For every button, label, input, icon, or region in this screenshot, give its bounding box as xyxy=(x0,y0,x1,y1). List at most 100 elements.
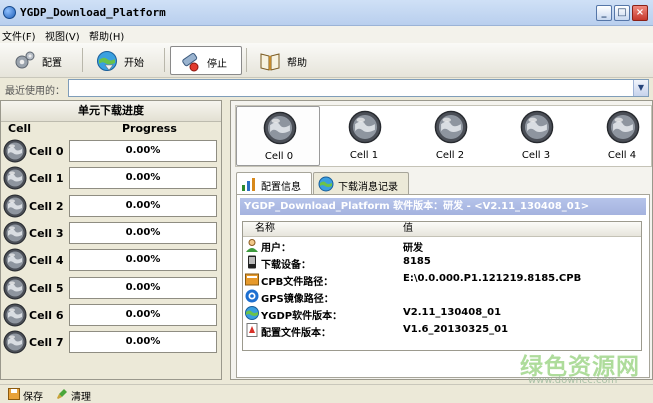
satellite-stop-icon xyxy=(182,52,199,72)
cell-globe-icon xyxy=(3,221,27,245)
cell-name: Cell 7 xyxy=(29,336,64,350)
menu-file[interactable]: 文件(F) xyxy=(2,28,36,43)
panel-title: 单元下载进度 xyxy=(1,101,221,122)
toolbar-separator xyxy=(82,48,83,72)
info-key: GPS镜像路径： xyxy=(261,294,334,305)
cell-selector-2[interactable]: Cell 2 xyxy=(408,106,492,166)
cell-globe-svg xyxy=(3,303,27,327)
config-button[interactable]: 配置 xyxy=(6,46,78,75)
gear-icon xyxy=(15,51,35,69)
start-button[interactable]: 开始 xyxy=(88,46,160,75)
cell-progress: 0.00% xyxy=(69,276,217,299)
cell-selector-label: Cell 0 xyxy=(264,151,294,162)
clear-button[interactable]: 清理 xyxy=(56,387,96,403)
toolbar: 配置 开始 停止 帮助 xyxy=(0,43,653,78)
cell-name: Cell 1 xyxy=(29,172,64,186)
broom-icon xyxy=(57,389,67,399)
tab-config-info-label: 配置信息 xyxy=(261,182,301,193)
info-key: CPB文件路径： xyxy=(261,277,334,288)
window-title: YGDP_Download_Platform xyxy=(20,6,166,19)
cell-selector-label: Cell 1 xyxy=(349,150,379,161)
menu-view[interactable]: 视图(V) xyxy=(45,28,80,43)
cell-globe-icon xyxy=(3,248,27,272)
folder-icon xyxy=(245,273,259,286)
cell-row: Cell 2 0.00% xyxy=(1,193,221,220)
cell-globe-icon xyxy=(3,276,27,300)
maximize-button[interactable]: □ xyxy=(614,5,630,21)
menu-help[interactable]: 帮助(H) xyxy=(89,28,124,43)
cell-progress: 0.00% xyxy=(69,221,217,244)
recent-label: 最近使用的： xyxy=(5,86,65,97)
cell-globe-icon xyxy=(3,303,27,327)
version-banner: YGDP_Download_Platform 软件版本：研发 - <V2.11_… xyxy=(240,198,646,215)
cell-name: Cell 2 xyxy=(29,199,64,213)
info-value: 研发 xyxy=(403,243,423,254)
tab-download-log[interactable]: 下载消息记录 xyxy=(313,172,409,194)
cell-globe-icon xyxy=(606,110,640,144)
cell-globe-svg xyxy=(3,330,27,354)
start-label: 开始 xyxy=(124,58,144,69)
cell-globe-svg xyxy=(3,139,27,163)
close-button[interactable]: × xyxy=(632,5,648,21)
app-globe-icon xyxy=(3,6,16,19)
globe-icon xyxy=(245,306,259,320)
globe-play-icon xyxy=(97,51,117,71)
cell-name: Cell 6 xyxy=(29,308,64,322)
info-row: 下载设备： 8185 xyxy=(243,254,641,271)
stop-button[interactable]: 停止 xyxy=(170,46,242,75)
recent-combobox[interactable]: ▼ xyxy=(68,79,649,97)
cell-progress: 0.00% xyxy=(69,303,217,326)
cell-progress: 0.00% xyxy=(69,249,217,272)
cell-globe-icon xyxy=(3,330,27,354)
globe-icon xyxy=(318,176,334,192)
cell-selector-1[interactable]: Cell 1 xyxy=(322,106,406,166)
cell-globe-icon xyxy=(3,194,27,218)
info-key: 用户： xyxy=(261,243,291,254)
cell-globe-svg xyxy=(263,111,297,145)
save-button[interactable]: 保存 xyxy=(8,387,48,403)
cell-row: Cell 5 0.00% xyxy=(1,275,221,302)
help-button[interactable]: 帮助 xyxy=(251,46,323,75)
detail-panel: Cell 0 Cell 1 Cell 2 Cell 3 Cell 4 配置信息 下载消息… xyxy=(230,100,653,380)
cell-selector-label: Cell 3 xyxy=(521,150,551,161)
info-table: 名称 值 用户： 研发 下载设备： 8185 CPB文件路径： E:\0.0.000.P1… xyxy=(242,221,642,351)
cell-globe-icon xyxy=(434,110,468,144)
cell-selector-0[interactable]: Cell 0 xyxy=(236,106,320,166)
cell-globe-svg xyxy=(3,248,27,272)
title-bar: YGDP_Download_Platform _ □ × xyxy=(0,0,653,26)
cell-globe-svg xyxy=(3,276,27,299)
cell-name: Cell 3 xyxy=(29,226,64,240)
info-key: YGDP软件版本： xyxy=(261,311,343,322)
cell-row: Cell 3 0.00% xyxy=(1,220,221,247)
tab-config-info[interactable]: 配置信息 xyxy=(236,172,312,195)
minimize-button[interactable]: _ xyxy=(596,5,612,21)
help-label: 帮助 xyxy=(287,58,307,69)
cell-progress: 0.00% xyxy=(69,140,217,162)
bar-chart-icon xyxy=(242,178,255,191)
status-bar: 保存 清理 xyxy=(0,384,653,403)
info-value: V1.6_20130325_01 xyxy=(403,324,509,335)
cell-selector-3[interactable]: Cell 3 xyxy=(494,106,578,166)
cell-globe-svg xyxy=(520,110,554,144)
info-value: 8185 xyxy=(403,256,431,267)
file-icon xyxy=(246,323,258,337)
recent-row: 最近使用的： ▼ xyxy=(0,78,653,98)
cell-progress: 0.00% xyxy=(69,331,217,354)
cell-row: Cell 7 0.00% xyxy=(1,329,221,356)
cell-row: Cell 0 0.00% xyxy=(1,138,221,165)
cell-row: Cell 1 0.00% xyxy=(1,165,221,192)
column-header-name: 名称 xyxy=(255,223,275,234)
tab-download-log-label: 下载消息记录 xyxy=(338,182,398,193)
phone-icon xyxy=(248,255,256,269)
cell-globe-icon xyxy=(520,110,554,144)
cell-globe-svg xyxy=(348,110,382,144)
toolbar-separator xyxy=(246,48,247,72)
cell-name: Cell 0 xyxy=(29,145,64,158)
floppy-icon xyxy=(8,388,20,400)
cell-selector-4[interactable]: Cell 4 xyxy=(580,106,652,166)
info-key: 配置文件版本： xyxy=(261,328,331,339)
cell-globe-icon xyxy=(3,139,27,163)
info-row: GPS镜像路径： xyxy=(243,288,641,305)
cell-globe-icon xyxy=(3,166,27,190)
chevron-down-icon[interactable]: ▼ xyxy=(633,80,648,96)
